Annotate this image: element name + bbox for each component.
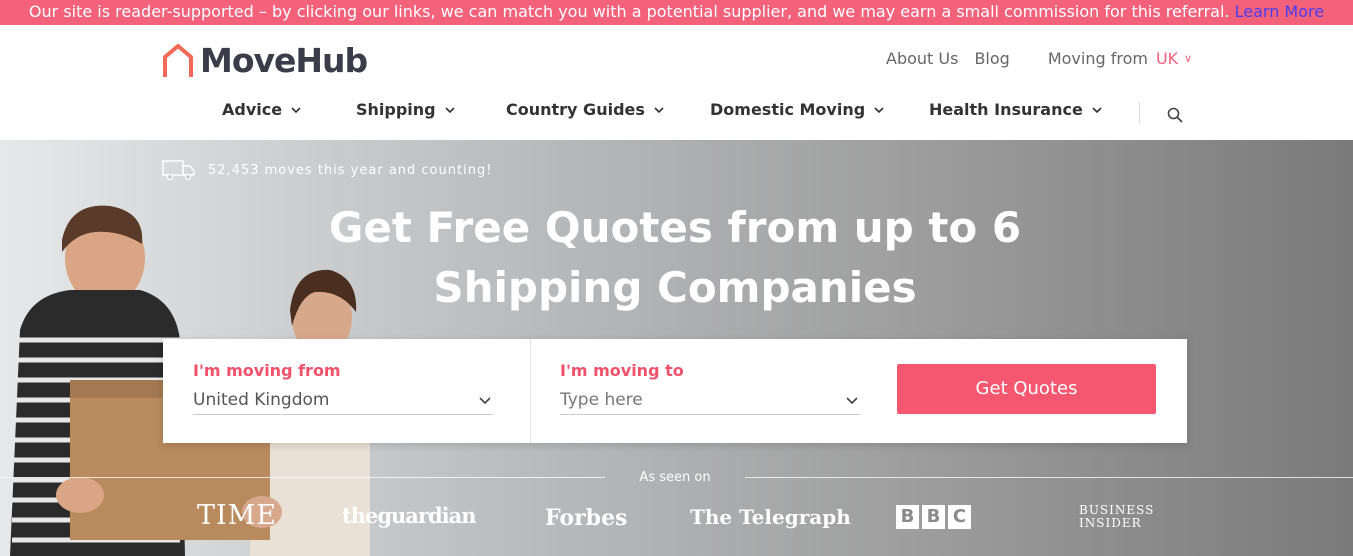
nav-label: Advice: [222, 100, 283, 119]
quote-form: I'm moving from United Kingdom I'm movin…: [163, 339, 1187, 443]
moving-to-field: I'm moving to Type here: [560, 361, 860, 415]
as-seen-on: As seen on: [0, 470, 1353, 490]
blog-link[interactable]: Blog: [974, 49, 1009, 68]
chevron-down-icon: [654, 106, 664, 113]
moving-from-label[interactable]: Moving from: [1048, 49, 1148, 68]
banner-text: Our site is reader-supported – by clicki…: [28, 2, 1230, 21]
truck-icon: [162, 160, 195, 181]
moving-to-label: I'm moving to: [560, 361, 684, 380]
telegraph-logo: The Telegraph: [690, 505, 851, 529]
chevron-down-icon: [445, 106, 455, 113]
bbc-letter: B: [896, 505, 919, 529]
nav-label: Shipping: [356, 100, 436, 119]
nav-domestic-moving[interactable]: Domestic Moving: [710, 100, 885, 119]
forbes-logo: Forbes: [545, 505, 628, 531]
chevron-down-icon: [874, 106, 884, 113]
logo-text: MoveHub: [200, 41, 368, 80]
page-title: Get Free Quotes from up to 6 Shipping Co…: [300, 198, 1050, 318]
nav-health-insurance[interactable]: Health Insurance: [929, 100, 1103, 119]
headline-line-1: Get Free Quotes from up to 6: [328, 203, 1022, 252]
moving-to-select[interactable]: Type here: [560, 386, 860, 415]
logo[interactable]: MoveHub: [162, 41, 368, 80]
nav-shipping[interactable]: Shipping: [356, 100, 456, 119]
chevron-down-icon: [846, 397, 858, 405]
get-quotes-button[interactable]: Get Quotes: [897, 364, 1156, 414]
moving-from-label: I'm moving from: [193, 361, 341, 380]
guardian-logo: theguardian: [342, 503, 476, 528]
bbc-letter: B: [922, 505, 945, 529]
business-insider-logo: BUSINESS INSIDER: [1079, 504, 1154, 530]
site-header: MoveHub About Us Blog Moving from UK ∨ A…: [0, 25, 1353, 140]
as-seen-on-label: As seen on: [639, 470, 711, 485]
nav-country-guides[interactable]: Country Guides: [506, 100, 665, 119]
moving-from-value: United Kingdom: [193, 390, 330, 410]
main-nav: Advice Shipping Country Guides Domestic …: [0, 100, 1353, 124]
moves-counter: 52,453 moves this year and counting!: [162, 159, 492, 181]
nav-label: Country Guides: [506, 100, 645, 119]
chevron-down-icon: [479, 397, 491, 405]
bbc-letter: C: [948, 505, 971, 529]
divider-line: [745, 477, 1353, 478]
chevron-down-icon[interactable]: ∨: [1184, 52, 1192, 65]
referral-banner: Our site is reader-supported – by clicki…: [0, 0, 1353, 25]
form-divider: [530, 339, 531, 443]
nav-label: Domestic Moving: [710, 100, 866, 119]
search-icon[interactable]: [1166, 106, 1184, 124]
chevron-down-icon: [291, 106, 301, 113]
nav-label: Health Insurance: [929, 100, 1083, 119]
country-selector[interactable]: UK: [1156, 49, 1178, 68]
hero-section: 52,453 moves this year and counting! Get…: [0, 140, 1353, 556]
moving-to-placeholder: Type here: [560, 390, 643, 410]
about-us-link[interactable]: About Us: [886, 49, 958, 68]
moving-from-select[interactable]: United Kingdom: [193, 386, 493, 415]
chevron-down-icon: [1092, 106, 1102, 113]
time-logo: TIME: [197, 500, 278, 531]
nav-divider: [1139, 102, 1140, 124]
counter-text: 52,453 moves this year and counting!: [208, 162, 493, 178]
bi-line-2: INSIDER: [1079, 516, 1142, 530]
top-links: About Us Blog Moving from UK ∨: [886, 49, 1192, 68]
house-logo-icon: [163, 43, 193, 77]
headline-line-2: Shipping Companies: [433, 263, 917, 312]
moving-from-field: I'm moving from United Kingdom: [193, 361, 493, 415]
divider-line: [0, 477, 605, 478]
learn-more-link[interactable]: Learn More: [1235, 2, 1324, 21]
nav-advice[interactable]: Advice: [222, 100, 302, 119]
bbc-logo: B B C: [896, 505, 971, 529]
